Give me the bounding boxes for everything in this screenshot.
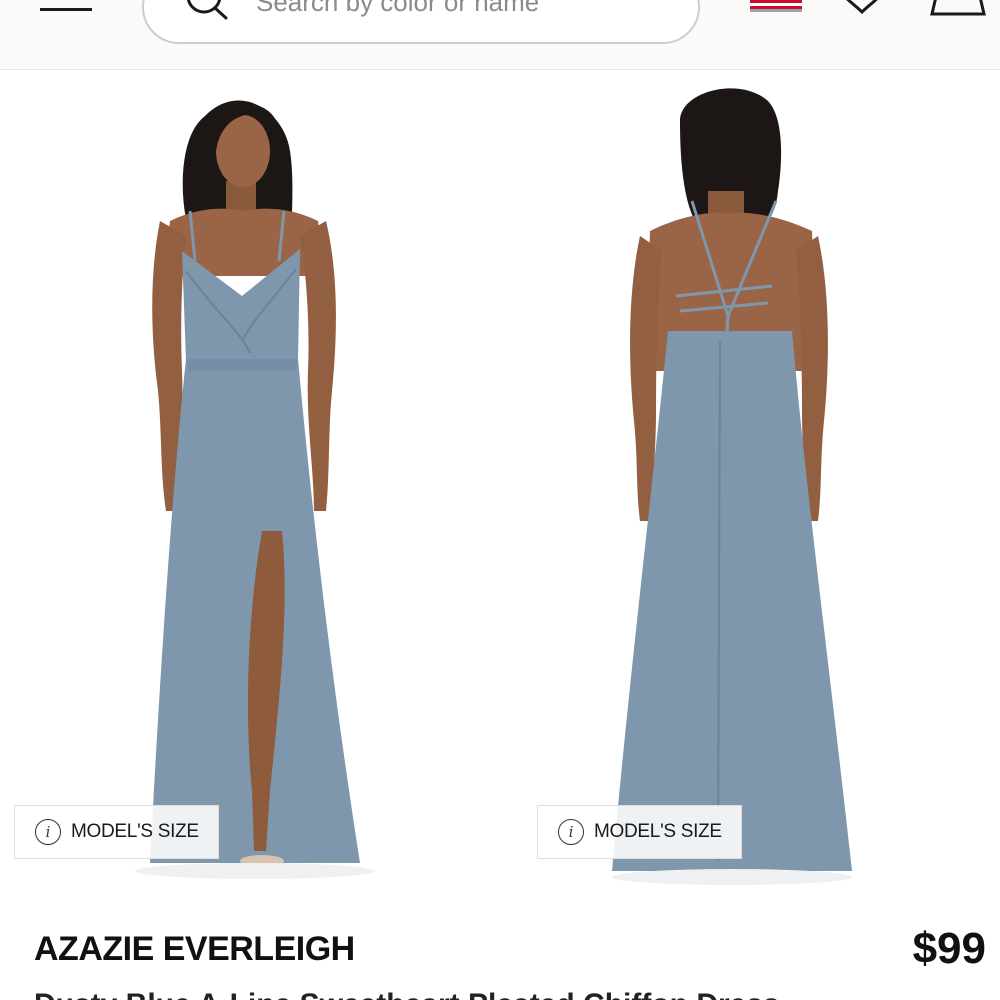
dress-back-illustration xyxy=(500,71,1000,885)
product-name: AZAZIE EVERLEIGH xyxy=(34,930,355,968)
info-icon: i xyxy=(558,819,584,845)
models-size-badge[interactable]: i MODEL'S SIZE xyxy=(537,805,742,859)
search-icon xyxy=(186,0,228,20)
wishlist-icon[interactable] xyxy=(836,0,888,16)
shopping-bag-icon[interactable] xyxy=(928,0,988,18)
search-input[interactable] xyxy=(256,0,676,22)
top-header xyxy=(0,0,1000,70)
menu-icon[interactable] xyxy=(40,0,92,14)
product-image-back[interactable]: i MODEL'S SIZE xyxy=(500,71,1000,885)
models-size-badge[interactable]: i MODEL'S SIZE xyxy=(14,805,219,859)
product-price: $99 xyxy=(912,924,986,973)
dress-front-illustration xyxy=(0,71,500,885)
info-icon: i xyxy=(35,819,61,845)
us-flag-icon[interactable] xyxy=(750,0,802,12)
models-size-label: MODEL'S SIZE xyxy=(594,821,722,842)
models-size-label: MODEL'S SIZE xyxy=(71,821,199,842)
product-image-front[interactable]: i MODEL'S SIZE xyxy=(0,71,500,885)
search-bar[interactable] xyxy=(142,0,700,44)
product-subtitle: Dusty Blue A-Line Sweetheart Pleated Chi… xyxy=(34,988,974,1000)
product-gallery: i MODEL'S SIZE i MODEL'S SIZE xyxy=(0,71,1000,885)
